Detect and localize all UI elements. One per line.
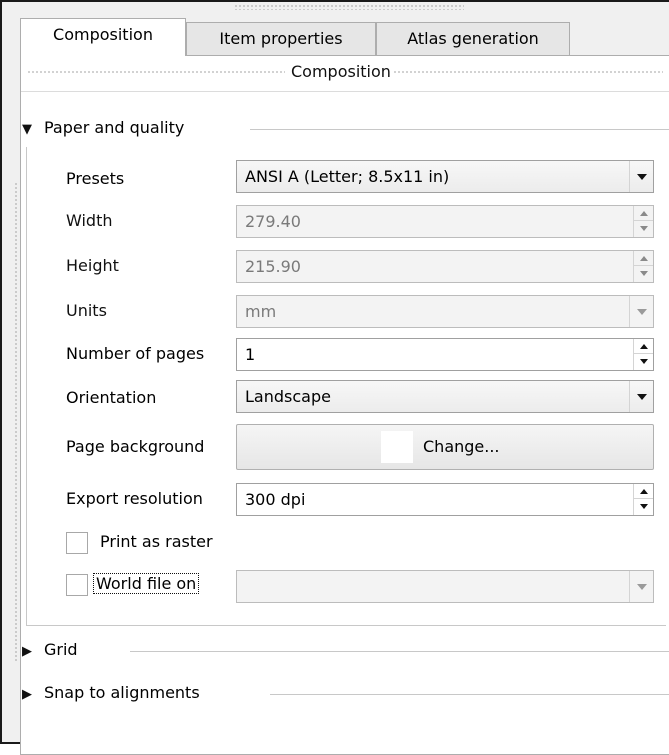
height-label: Height [66,256,119,275]
units-select[interactable]: mm [236,295,654,328]
group-divider [130,651,669,652]
units-label: Units [66,301,107,320]
chevron-down-icon[interactable] [629,571,653,602]
pages-input[interactable]: 1 [236,338,654,371]
background-label: Page background [66,437,205,456]
pages-label: Number of pages [66,344,205,363]
tab-item-properties[interactable]: Item properties [186,22,376,55]
side-grip[interactable] [14,182,18,662]
chevron-down-icon[interactable] [629,296,653,327]
spin-arrows-icon[interactable] [633,251,653,282]
paper-quality-title: Paper and quality [44,118,185,137]
units-value: mm [245,302,277,321]
triangle-right-icon[interactable]: ▶ [22,644,38,660]
grid-title: Grid [44,640,78,659]
snap-group-header[interactable]: ▶ Snap to alignments [22,683,662,709]
presets-select[interactable]: ANSI A (Letter; 8.5x11 in) [236,160,654,193]
width-label: Width [66,211,113,230]
tab-atlas-generation[interactable]: Atlas generation [376,22,570,55]
section-header-dots [27,70,285,75]
composer-panel: Composition Item properties Atlas genera… [0,0,669,755]
section-header: Composition [21,56,669,92]
world-file-checkbox[interactable] [66,574,88,596]
world-file-label[interactable]: World file on [92,573,200,594]
pages-value: 1 [245,345,256,364]
height-value: 215.90 [245,257,301,276]
change-background-button[interactable]: Change... [236,424,654,470]
triangle-down-icon[interactable]: ▼ [22,122,38,138]
spin-arrows-icon[interactable] [633,339,653,370]
orientation-select[interactable]: Landscape [236,380,654,413]
resolution-value: 300 dpi [245,490,306,509]
group-divider [270,694,669,695]
presets-value: ANSI A (Letter; 8.5x11 in) [245,167,450,186]
orientation-value: Landscape [245,387,331,406]
change-button-label: Change... [423,437,500,456]
chevron-down-icon[interactable] [629,381,653,412]
width-input[interactable]: 279.40 [236,205,654,238]
spin-arrows-icon[interactable] [633,484,653,515]
world-file-select[interactable] [236,570,654,603]
width-value: 279.40 [245,212,301,231]
print-raster-label[interactable]: Print as raster [100,532,213,551]
tab-composition[interactable]: Composition [20,18,186,56]
dock-grip[interactable] [234,4,464,10]
grid-group-header[interactable]: ▶ Grid [22,640,662,666]
section-header-dots [393,70,663,75]
print-raster-checkbox[interactable] [66,532,88,554]
snap-title: Snap to alignments [44,683,200,702]
resolution-input[interactable]: 300 dpi [236,483,654,516]
paper-quality-group-header[interactable]: ▼ Paper and quality [22,118,662,144]
group-divider [250,129,669,130]
height-input[interactable]: 215.90 [236,250,654,283]
triangle-right-icon[interactable]: ▶ [22,687,38,703]
chevron-down-icon[interactable] [629,161,653,192]
resolution-label: Export resolution [66,489,203,508]
section-title: Composition [291,62,391,81]
orientation-label: Orientation [66,388,157,407]
background-color-swatch [381,431,413,463]
presets-label: Presets [66,169,125,188]
spin-arrows-icon[interactable] [633,206,653,237]
